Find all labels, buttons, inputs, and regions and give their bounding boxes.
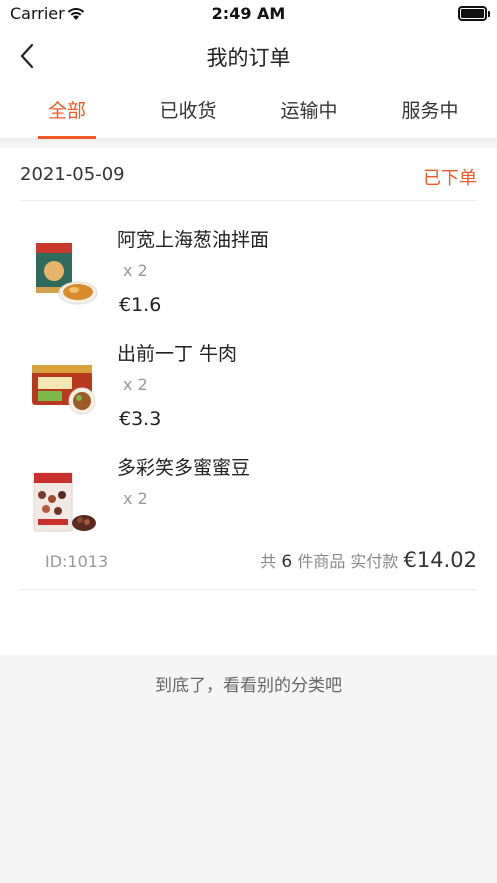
order-tabs: 全部 已收货 运输中 服务中 [0,84,497,139]
product-image-noodles [36,243,98,305]
order-card[interactable]: 2021-05-09 已下单 阿宽上海葱油拌面 x 2 €1.6 出前一丁 牛肉 [0,148,497,655]
tab-shipping[interactable]: 运输中 [247,84,371,138]
end-of-list-message: 到底了，看看别的分类吧 [155,676,342,696]
tab-received[interactable]: 已收货 [126,84,250,138]
item-name: 阿宽上海葱油拌面 [117,229,270,251]
total-prefix: 共 [260,552,277,571]
order-item[interactable]: 出前一丁 牛肉 x 2 €3.3 [0,339,497,449]
product-image-instant-noodles [32,365,96,415]
item-name: 出前一丁 牛肉 [117,343,238,365]
order-date: 2021-05-09 [20,164,125,185]
navigation-bar: 我的订单 [0,28,497,84]
order-header: 2021-05-09 已下单 [20,148,477,201]
total-item-count: 6 [281,552,293,572]
item-quantity: x 2 [123,489,148,508]
clock: 2:49 AM [211,4,286,23]
order-status-badge: 已下单 [423,168,477,189]
order-id: ID:1013 [45,552,109,571]
tab-service[interactable]: 服务中 [368,84,492,138]
item-price: €1.6 [119,294,162,316]
item-quantity: x 2 [123,261,148,280]
item-price: €3.3 [119,408,162,430]
battery-icon [458,6,490,21]
page-title: 我的订单 [206,46,291,70]
active-tab-indicator [38,136,96,139]
order-total: 共 6 件商品 实付款 €14.02 [260,548,477,572]
item-quantity: x 2 [123,375,148,394]
order-item[interactable]: 阿宽上海葱油拌面 x 2 €1.6 [0,225,497,335]
total-label: 件商品 实付款 [297,552,399,571]
status-bar: Carrier 2:49 AM [0,0,497,28]
order-footer: ID:1013 共 6 件商品 实付款 €14.02 [20,540,477,590]
item-name: 多彩笑多蜜蜜豆 [117,457,251,479]
total-amount: €14.02 [403,548,477,572]
tab-all[interactable]: 全部 [5,84,129,138]
product-image-beans [33,472,96,532]
